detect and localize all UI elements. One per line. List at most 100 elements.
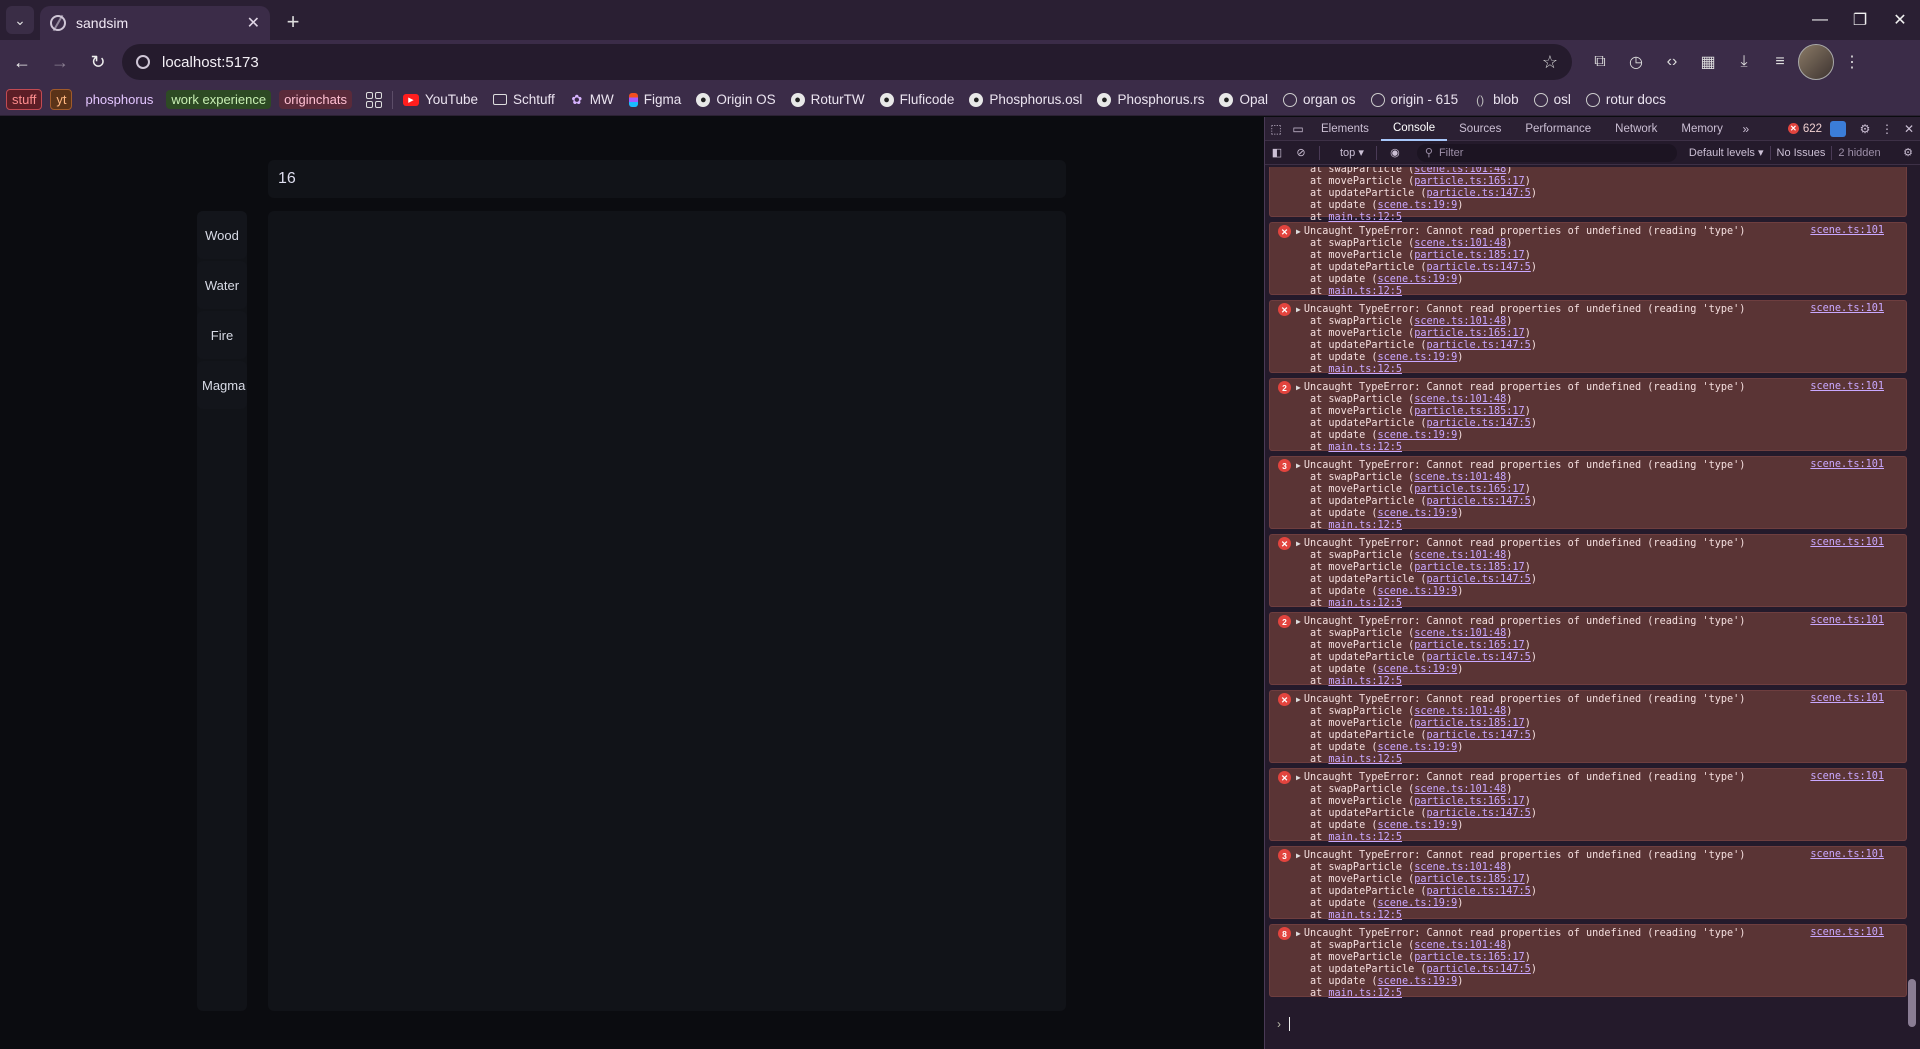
back-icon[interactable]: ← [6, 46, 38, 78]
stack-frame-link[interactable]: particle.ts:185:17 [1414, 562, 1524, 573]
stack-frame-link[interactable]: scene.ts:101:48 [1414, 940, 1506, 951]
devtools-close-icon[interactable]: ✕ [1898, 122, 1920, 136]
stack-frame-link[interactable]: scene.ts:19:9 [1377, 820, 1457, 831]
stack-frame-link[interactable]: main.ts:12:5 [1328, 598, 1402, 609]
menu-icon[interactable]: ⋮ [1834, 44, 1870, 80]
bookmark-phosphorus-rs[interactable]: ● Phosphorus.rs [1097, 92, 1204, 107]
stack-frame-link[interactable]: scene.ts:101:48 [1414, 167, 1506, 175]
stack-frame-link[interactable]: particle.ts:165:17 [1414, 484, 1524, 495]
stack-frame-link[interactable]: particle.ts:165:17 [1414, 176, 1524, 187]
source-link[interactable]: scene.ts:101 [1810, 849, 1884, 861]
element-button-wood[interactable]: Wood [197, 211, 247, 259]
bookmark-group-chip[interactable]: work experience [166, 90, 272, 109]
console-error-entry[interactable]: ✕ ▶ Uncaught TypeError: Cannot read proper… [1269, 222, 1907, 297]
reload-icon[interactable]: ↻ [82, 46, 114, 78]
console-error-entry[interactable]: ✕ ▶ Uncaught TypeError: Cannot read proper… [1269, 300, 1907, 375]
stack-frame-link[interactable]: particle.ts:147:5 [1427, 964, 1531, 975]
split-view-icon[interactable]: ▦ [1690, 44, 1726, 80]
tab-sources[interactable]: Sources [1447, 117, 1513, 141]
expand-triangle-icon[interactable]: ▶ [1296, 850, 1301, 862]
inspect-element-icon[interactable]: ⬚ [1265, 122, 1287, 136]
stack-frame-link[interactable]: particle.ts:147:5 [1427, 652, 1531, 663]
console-error-entry[interactable]: 2 ▶ Uncaught TypeError: Cannot read proper… [1269, 378, 1907, 453]
code-icon[interactable]: ‹› [1654, 44, 1690, 80]
stack-frame-link[interactable]: scene.ts:19:9 [1377, 430, 1457, 441]
stack-frame-link[interactable]: main.ts:12:5 [1328, 286, 1402, 297]
console-error-entry[interactable]: 8 ▶ Uncaught TypeError: Cannot read proper… [1269, 924, 1907, 999]
tab-search-chevron-icon[interactable]: ⌄ [6, 6, 34, 34]
tab-performance[interactable]: Performance [1513, 117, 1603, 141]
stack-frame-link[interactable]: scene.ts:101:48 [1414, 550, 1506, 561]
stack-frame-link[interactable]: scene.ts:101:48 [1414, 784, 1506, 795]
bookmark-folder-schtuff[interactable]: Schtuff [493, 92, 555, 107]
console-input[interactable]: › [1269, 1013, 1909, 1035]
console-error-entry[interactable]: 3 ▶ Uncaught TypeError: Cannot read proper… [1269, 846, 1907, 921]
bookmark-roturtw[interactable]: ● RoturTW [790, 92, 865, 107]
stack-frame-link[interactable]: main.ts:12:5 [1328, 910, 1402, 921]
bookmark-rotur-docs[interactable]: rotur docs [1585, 92, 1666, 107]
stack-frame-link[interactable]: scene.ts:19:9 [1377, 976, 1457, 987]
bookmark-opal[interactable]: ● Opal [1219, 92, 1268, 107]
console-error-entry[interactable]: ✕ ▶ Uncaught TypeError: Cannot read proper… [1269, 768, 1907, 843]
source-link[interactable]: scene.ts:101 [1810, 615, 1884, 627]
bookmark-mw[interactable]: ✿ MW [570, 92, 613, 108]
stack-frame-link[interactable]: particle.ts:147:5 [1427, 418, 1531, 429]
source-link[interactable]: scene.ts:101 [1810, 537, 1884, 549]
window-close-icon[interactable]: ✕ [1880, 0, 1920, 40]
history-icon[interactable]: ◷ [1618, 44, 1654, 80]
address-bar[interactable]: localhost:5173 ☆ [122, 44, 1572, 80]
element-button-magma[interactable]: Magma [197, 361, 247, 409]
stack-frame-link[interactable]: particle.ts:147:5 [1427, 574, 1531, 585]
element-button-water[interactable]: Water [197, 261, 247, 309]
expand-triangle-icon[interactable]: ▶ [1296, 772, 1301, 784]
clear-console-icon[interactable]: ⊘ [1289, 146, 1313, 159]
stack-frame-link[interactable]: particle.ts:147:5 [1427, 496, 1531, 507]
bookmark-origin-615[interactable]: origin - 615 [1370, 92, 1458, 107]
profile-avatar[interactable] [1798, 44, 1834, 80]
minimize-icon[interactable]: — [1800, 0, 1840, 40]
expand-triangle-icon[interactable]: ▶ [1296, 460, 1301, 472]
stack-frame-link[interactable]: main.ts:12:5 [1328, 364, 1402, 375]
tab-network[interactable]: Network [1603, 117, 1669, 141]
settings-gear-icon[interactable]: ⚙ [1854, 122, 1876, 136]
stack-frame-link[interactable]: particle.ts:147:5 [1427, 262, 1531, 273]
extension-badge-icon[interactable] [1830, 120, 1846, 137]
stack-frame-link[interactable]: main.ts:12:5 [1328, 676, 1402, 687]
stack-frame-link[interactable]: scene.ts:101:48 [1414, 862, 1506, 873]
bookmark-group-chip[interactable]: yt [50, 89, 73, 110]
expand-triangle-icon[interactable]: ▶ [1296, 928, 1301, 940]
stack-frame-link[interactable]: scene.ts:19:9 [1377, 200, 1457, 211]
live-expression-eye-icon[interactable]: ◉ [1383, 146, 1407, 159]
context-selector[interactable]: top ▾ [1334, 146, 1370, 159]
expand-triangle-icon[interactable]: ▶ [1296, 226, 1301, 238]
console-error-entry[interactable]: ✕ ▶ Uncaught TypeError: Cannot read proper… [1269, 534, 1907, 609]
restore-icon[interactable]: ❐ [1840, 0, 1880, 40]
simulation-canvas[interactable] [268, 211, 1066, 1011]
source-link[interactable]: scene.ts:101 [1810, 927, 1884, 939]
stack-frame-link[interactable]: particle.ts:165:17 [1414, 640, 1524, 651]
stack-frame-link[interactable]: scene.ts:101:48 [1414, 394, 1506, 405]
console-error-entry[interactable]: 2 ▶ Uncaught TypeError: Cannot read proper… [1269, 612, 1907, 687]
tab-elements[interactable]: Elements [1309, 117, 1381, 141]
new-tab-button[interactable]: + [278, 7, 308, 37]
stack-frame-link[interactable]: main.ts:12:5 [1328, 832, 1402, 843]
expand-triangle-icon[interactable]: ▶ [1296, 538, 1301, 550]
stack-frame-link[interactable]: scene.ts:101:48 [1414, 472, 1506, 483]
expand-triangle-icon[interactable]: ▶ [1296, 694, 1301, 706]
stack-frame-link[interactable]: particle.ts:165:17 [1414, 328, 1524, 339]
console-settings-icon[interactable]: ⚙ [1896, 146, 1920, 159]
bookmark-fluficode[interactable]: ● Fluficode [879, 92, 954, 107]
stack-frame-link[interactable]: scene.ts:19:9 [1377, 586, 1457, 597]
source-link[interactable]: scene.ts:101 [1810, 303, 1884, 315]
bookmark-star-icon[interactable]: ☆ [1542, 52, 1558, 73]
bookmark-group-chip[interactable]: originchats [279, 90, 352, 109]
tab-memory[interactable]: Memory [1669, 117, 1735, 141]
console-error-entry[interactable]: at swapParticle (scene.ts:101:48) at move… [1269, 167, 1907, 223]
sidebar-toggle-icon[interactable]: ◧ [1265, 146, 1289, 159]
expand-triangle-icon[interactable]: ▶ [1296, 304, 1301, 316]
source-link[interactable]: scene.ts:101 [1810, 381, 1884, 393]
stack-frame-link[interactable]: main.ts:12:5 [1328, 520, 1402, 531]
tab-close-icon[interactable]: ✕ [247, 13, 260, 33]
stack-frame-link[interactable]: particle.ts:185:17 [1414, 874, 1524, 885]
expand-triangle-icon[interactable]: ▶ [1296, 382, 1301, 394]
